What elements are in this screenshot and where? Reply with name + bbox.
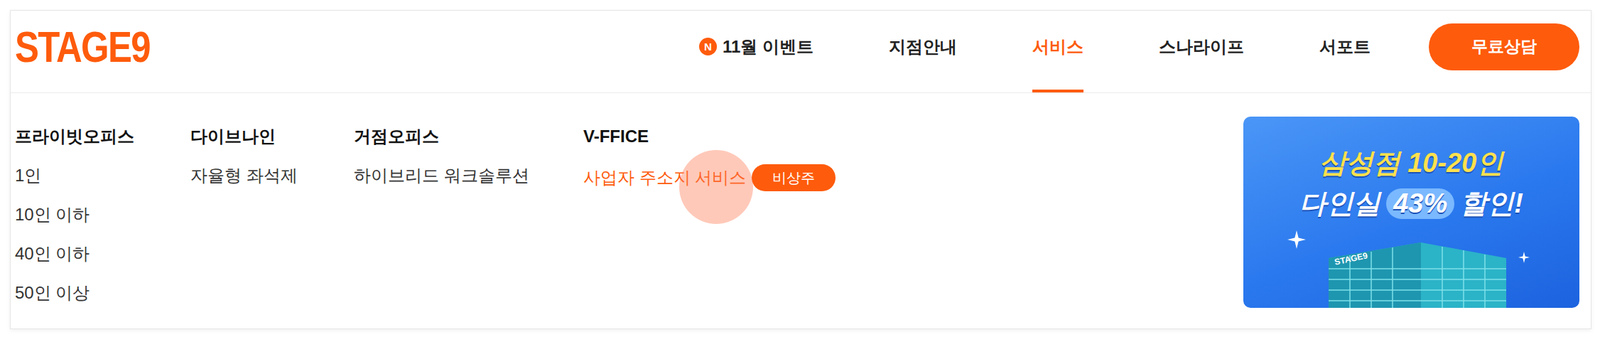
banner-text: 삼성점 10-20인다인실43%할인! [1243,116,1580,222]
nav-label: 지점안내 [888,35,958,59]
building-illustration: STAGE9 [1314,236,1514,308]
menu-item-label: 40인 이하 [14,242,90,266]
menu-heading[interactable]: V-FFICE [583,125,836,148]
menu-item-label: 50인 이상 [14,281,90,305]
menu-item-label: 하이브리드 워크솔루션 [353,164,530,187]
banner-title: 삼성점 10-20인 [1319,144,1505,182]
menu-item[interactable]: 40인 이하 [14,242,191,266]
nav-label: 스나라이프 [1158,35,1245,59]
menu-item[interactable]: 하이브리드 워크솔루션 [353,164,584,187]
nav-item[interactable]: N 11월 이벤트 [699,10,814,93]
new-badge: N [699,37,717,56]
menu-item-label: 사업자 주소지 서비스 [583,166,747,189]
nav-item[interactable]: 서포트 [1319,10,1371,93]
menu-heading[interactable]: 프라이빗오피스 [14,125,191,148]
menu-item[interactable]: 자율형 좌석제 [190,164,354,187]
nav-item[interactable]: 스나라이프 [1158,10,1245,93]
menu-item-tag: 비상주 [751,164,836,192]
menu-column: 거점오피스하이브리드 워크솔루션 [353,125,584,305]
banner-subtitle: 다인실43%할인! [1299,185,1524,222]
menu-item[interactable]: 10인 이하 [14,203,191,226]
menu-item-label: 10인 이하 [14,203,90,226]
menu-column: 프라이빗오피스 1인 10인 이하 40인 이하 50인 이상 [14,125,191,305]
nav-label: 서비스 [1032,35,1084,59]
nav-item[interactable]: 서비스 [1032,10,1084,93]
consult-button[interactable]: 무료상담 [1428,23,1580,71]
logo-link[interactable]: STAGE9 [14,10,180,93]
menu-item-label: 1인 [14,164,42,187]
menu-item-label: 자율형 좌석제 [190,164,298,187]
menu-item[interactable]: 50인 이상 [14,281,191,305]
menu-column: 다이브나인자율형 좌석제 [190,125,354,305]
discount-bubble: 43% [1386,188,1455,219]
click-indicator [679,149,754,224]
menu-item[interactable]: 1인 [14,164,191,187]
gnb-panel: STAGE9 N 11월 이벤트 지점안내 서비스 스나라이프 서포트 무료상담프라이빗오피스… [9,9,1592,329]
page: STAGE9 N 11월 이벤트 지점안내 서비스 스나라이프 서포트 무료상담프라이빗오피스… [0,0,1600,337]
menu-item[interactable]: 사업자 주소지 서비스비상주 [583,164,836,192]
nav-label: 11월 이벤트 [722,35,814,59]
menu-heading[interactable]: 다이브나인 [190,125,354,148]
menu-column: V-FFICE 사업자 주소지 서비스비상주 [583,125,836,305]
nav-item[interactable]: 지점안내 [888,10,958,93]
main-nav: N 11월 이벤트 지점안내 서비스 스나라이프 서포트 무료상담 [699,10,1580,93]
menu-columns: 프라이빗오피스1인10인 이하40인 이하50인 이상다이브나인자율형 좌석제거… [14,125,836,305]
sparkle-icon [1287,230,1306,249]
sparkle-icon [1518,251,1530,263]
logo[interactable]: STAGE9 [14,24,150,69]
nav-label: 서포트 [1319,35,1371,59]
mega-menu: 프라이빗오피스1인10인 이하40인 이하50인 이상다이브나인자율형 좌석제거… [10,93,1591,329]
promo-banner[interactable]: 삼성점 10-20인다인실43%할인! STAGE9 [1243,116,1580,308]
menu-heading[interactable]: 거점오피스 [353,125,584,148]
building-icon [1314,236,1514,308]
header: STAGE9 N 11월 이벤트 지점안내 서비스 스나라이프 서포트 무료상담 [10,10,1591,94]
